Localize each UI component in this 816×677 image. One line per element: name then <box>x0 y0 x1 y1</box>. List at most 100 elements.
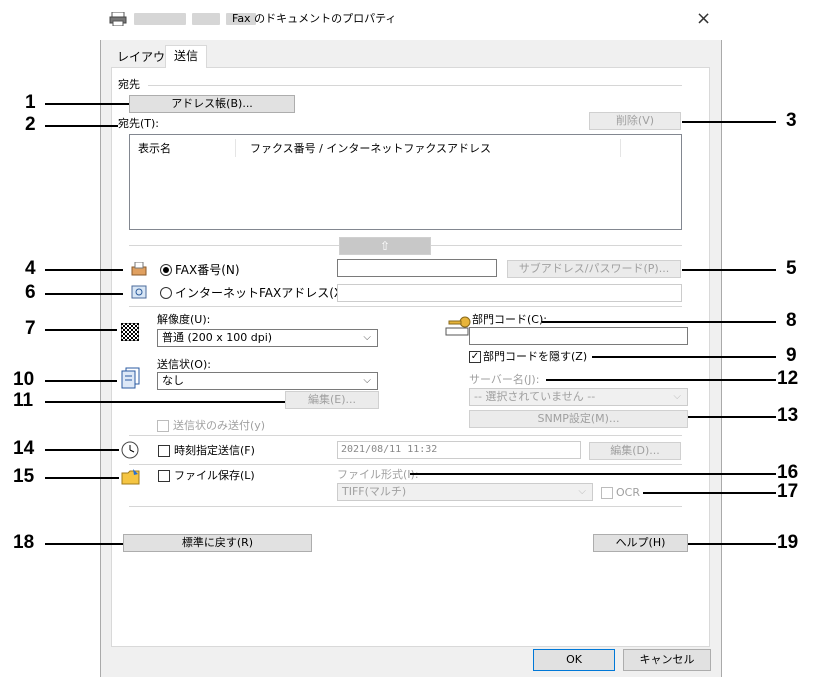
hide-department-code-checkbox[interactable]: ✓ <box>469 351 481 363</box>
delete-button[interactable]: 削除(V) <box>589 112 681 130</box>
snmp-settings-button[interactable]: SNMP設定(M)... <box>469 410 688 428</box>
callout-number: 13 <box>777 405 799 426</box>
ocr-label: OCR <box>616 486 640 499</box>
fax-number-radio[interactable] <box>160 264 172 276</box>
close-icon[interactable]: × <box>696 8 711 29</box>
cancel-button[interactable]: キャンセル <box>623 649 711 671</box>
callout-number: 16 <box>777 462 799 483</box>
clock-icon <box>121 441 139 459</box>
callout-line <box>542 321 776 323</box>
fax-number-input[interactable] <box>337 259 497 277</box>
callout-line <box>45 401 285 403</box>
column-header-display-name[interactable]: 表示名 <box>138 142 171 156</box>
chevron-down-icon: ⌵ <box>673 391 681 402</box>
ok-button[interactable]: OK <box>533 649 615 671</box>
divider <box>129 435 682 436</box>
callout-line <box>410 473 776 475</box>
resolution-select[interactable]: 普通 (200 x 100 dpi) ⌵ <box>157 329 378 347</box>
callout-line <box>45 329 117 331</box>
callout-line <box>45 543 123 545</box>
internet-fax-label: インターネットFAXアドレス(X) <box>175 286 347 300</box>
callout-number: 14 <box>13 438 35 459</box>
callout-number: 3 <box>786 110 797 131</box>
cover-sheet-label: 送信状(O): <box>157 358 211 371</box>
cover-only-label: 送信状のみ送付(y) <box>173 419 266 432</box>
callout-line <box>592 356 776 358</box>
server-name-select[interactable]: -- 選択されていません -- ⌵ <box>469 388 688 406</box>
cover-sheet-select[interactable]: なし ⌵ <box>157 372 378 390</box>
callout-line <box>45 449 119 451</box>
destination-list[interactable]: 表示名 ファクス番号 / インターネットファクスアドレス <box>129 134 682 230</box>
hide-department-code-label: 部門コードを隠す(Z) <box>483 350 588 363</box>
internet-fax-icon <box>131 285 147 299</box>
column-header-fax-address[interactable]: ファクス番号 / インターネットファクスアドレス <box>250 142 491 156</box>
file-save-label: ファイル保存(L) <box>174 469 255 482</box>
chevron-down-icon: ⌵ <box>578 486 586 497</box>
divider <box>148 85 682 86</box>
blurred-printer-name <box>134 13 186 25</box>
divider <box>129 506 682 507</box>
scheduled-send-checkbox[interactable] <box>158 445 170 457</box>
callout-number: 17 <box>777 481 799 502</box>
address-book-button[interactable]: アドレス帳(B)... <box>129 95 295 113</box>
cover-sheet-value: なし <box>162 374 184 387</box>
callout-line <box>682 121 776 123</box>
schedule-edit-button[interactable]: 編集(D)... <box>589 442 681 460</box>
resolution-value: 普通 (200 x 100 dpi) <box>162 331 273 344</box>
callout-line <box>45 477 119 479</box>
fax-number-label: FAX番号(N) <box>175 263 240 277</box>
callout-number: 6 <box>25 282 36 303</box>
callout-number: 19 <box>777 532 799 553</box>
callout-number: 18 <box>13 532 35 553</box>
divider <box>129 306 682 307</box>
column-divider <box>235 139 236 157</box>
callout-line <box>688 543 776 545</box>
cover-sheet-icon <box>121 367 140 389</box>
resolution-label: 解像度(U): <box>157 313 211 326</box>
callout-number: 2 <box>25 114 36 135</box>
restore-defaults-button[interactable]: 標準に戻す(R) <box>123 534 312 552</box>
chevron-down-icon: ⌵ <box>363 375 371 386</box>
callout-number: 12 <box>777 368 799 389</box>
window-title: Fax のドキュメントのプロパティ <box>232 12 397 25</box>
department-code-label: 部門コード(C): <box>472 313 547 326</box>
callout-number: 11 <box>13 390 34 411</box>
file-save-checkbox[interactable] <box>158 470 170 482</box>
divider <box>129 245 339 246</box>
tab-send[interactable]: 送信 <box>165 45 207 68</box>
divider <box>431 245 682 246</box>
divider <box>129 464 682 465</box>
destination-group-label: 宛先 <box>118 78 140 91</box>
ocr-checkbox[interactable] <box>601 487 613 499</box>
file-format-select[interactable]: TIFF(マルチ) ⌵ <box>337 483 593 501</box>
cover-only-checkbox[interactable] <box>157 420 169 432</box>
printer-icon <box>109 12 127 26</box>
department-code-input[interactable] <box>469 327 688 345</box>
callout-line <box>546 379 776 381</box>
callout-line <box>45 125 118 127</box>
callout-number: 8 <box>786 310 797 331</box>
file-format-value: TIFF(マルチ) <box>342 485 407 498</box>
callout-line <box>45 380 117 382</box>
callout-line <box>682 269 776 271</box>
callout-number: 4 <box>25 258 36 279</box>
folder-icon <box>121 469 140 485</box>
server-name-label: サーバー名(J): <box>469 373 540 386</box>
tab-layout[interactable]: レイアウト <box>116 47 166 84</box>
resolution-icon <box>121 323 139 341</box>
column-divider <box>620 139 621 157</box>
callout-line <box>45 293 123 295</box>
subaddress-password-button[interactable]: サブアドレス/パスワード(P)... <box>507 260 681 278</box>
add-arrow-button[interactable]: ⇧ <box>339 237 431 255</box>
cover-edit-button[interactable]: 編集(E)... <box>285 391 379 409</box>
callout-line <box>45 103 129 105</box>
internet-fax-input[interactable] <box>337 284 682 302</box>
help-button[interactable]: ヘルプ(H) <box>593 534 688 552</box>
callout-number: 1 <box>25 92 36 113</box>
internet-fax-radio[interactable] <box>160 287 172 299</box>
scheduled-datetime-field[interactable]: 2021/08/11 11:32 <box>337 441 581 459</box>
callout-line <box>688 416 776 418</box>
callout-line <box>45 269 123 271</box>
file-format-label: ファイル形式(I): <box>337 468 419 481</box>
callout-number: 10 <box>13 369 35 390</box>
